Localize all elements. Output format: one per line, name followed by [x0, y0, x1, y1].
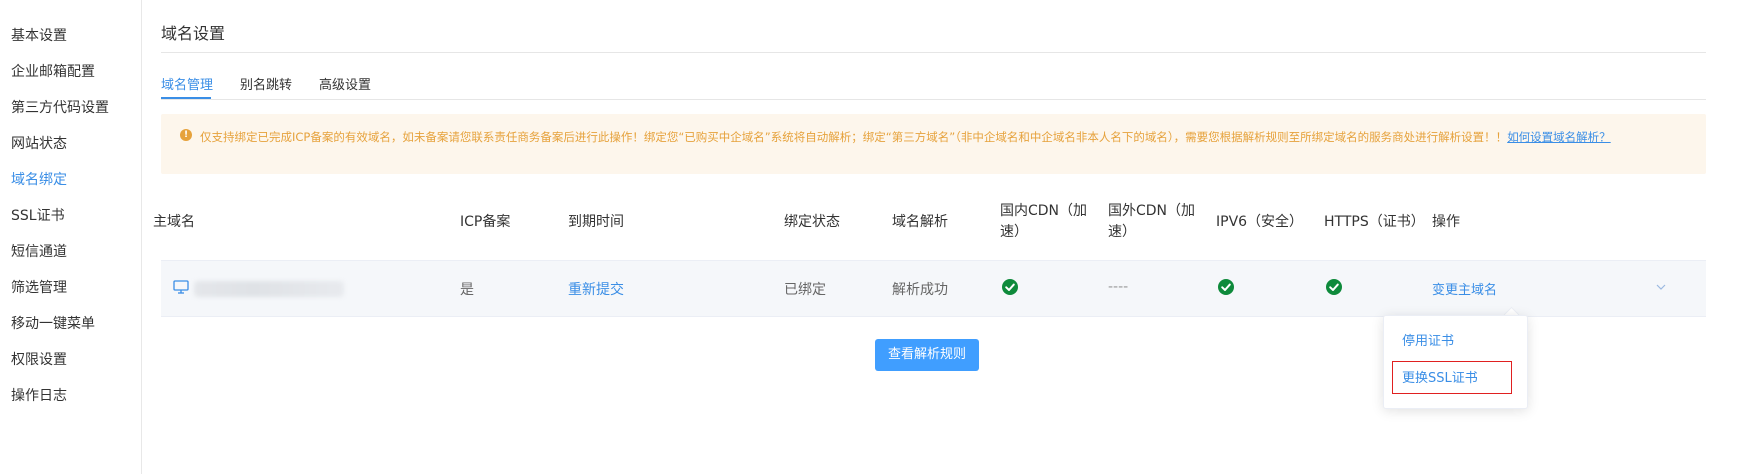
icp-value: 是 [460, 282, 474, 298]
sidebar-item-basic-settings[interactable]: 基本设置 [11, 25, 67, 45]
https-check-icon [1326, 279, 1342, 295]
tabs-divider [161, 99, 1706, 100]
sidebar-item-mobile-menu[interactable]: 移动一键菜单 [11, 313, 95, 333]
header-expire: 到期时间 [568, 214, 624, 230]
warning-icon: ! [180, 129, 192, 141]
disable-certificate-menu-item[interactable]: 停用证书 [1402, 330, 1454, 349]
header-cdn-domestic: 国内CDN（加速） [1000, 203, 1088, 240]
sidebar-item-permissions[interactable]: 权限设置 [11, 349, 67, 369]
tab-domain-management[interactable]: 域名管理 [161, 74, 213, 93]
title-divider [161, 52, 1706, 53]
header-icp: ICP备案 [460, 214, 511, 230]
how-to-set-dns-link[interactable]: 如何设置域名解析？ [1507, 130, 1611, 144]
header-cdn-foreign: 国外CDN（加速） [1108, 203, 1196, 240]
sidebar-item-operation-log[interactable]: 操作日志 [11, 385, 67, 405]
header-ipv6: IPV6（安全） [1216, 214, 1304, 230]
header-bind-status: 绑定状态 [784, 214, 840, 230]
cdn-domestic-check-icon [1002, 279, 1018, 295]
sidebar-item-site-status[interactable]: 网站状态 [11, 133, 67, 153]
page-title: 域名设置 [161, 24, 226, 43]
header-dns: 域名解析 [892, 214, 948, 230]
ipv6-check-icon [1218, 279, 1234, 295]
sidebar-item-ssl-certificate[interactable]: SSL证书 [11, 205, 65, 225]
tab-alias-redirect[interactable]: 别名跳转 [240, 74, 292, 93]
sidebar-item-third-party-code[interactable]: 第三方代码设置 [11, 97, 109, 117]
change-main-domain-link[interactable]: 变更主域名 [1432, 279, 1497, 298]
sidebar-item-enterprise-mail[interactable]: 企业邮箱配置 [11, 61, 95, 81]
header-main-domain: 主域名 [153, 214, 195, 230]
bind-status-value: 已绑定 [784, 282, 826, 298]
view-dns-rules-button[interactable]: 查看解析规则 [875, 339, 979, 371]
notice-message: 仅支持绑定已完成ICP备案的有效域名，如未备案请您联系责任商务备案后进行此操作！… [200, 130, 1508, 144]
main-domain-value-redacted [194, 281, 344, 297]
replace-ssl-certificate-menu-item[interactable]: 更换SSL证书 [1402, 367, 1478, 386]
sidebar-item-sms-channel[interactable]: 短信通道 [11, 241, 67, 261]
sidebar-item-domain-binding[interactable]: 域名绑定 [11, 169, 67, 189]
notice-text: 仅支持绑定已完成ICP备案的有效域名，如未备案请您联系责任商务备案后进行此操作！… [200, 127, 1686, 148]
actions-dropdown-menu: 停用证书 更换SSL证书 [1383, 315, 1528, 409]
header-actions: 操作 [1432, 214, 1460, 230]
resubmit-link[interactable]: 重新提交 [568, 279, 624, 299]
dns-status-value: 解析成功 [892, 282, 948, 298]
chevron-down-icon[interactable] [1656, 283, 1666, 291]
sidebar-item-filter-management[interactable]: 筛选管理 [11, 277, 67, 297]
notice-banner: ! 仅支持绑定已完成ICP备案的有效域名，如未备案请您联系责任商务备案后进行此操… [161, 114, 1706, 174]
tab-advanced-settings[interactable]: 高级设置 [319, 74, 371, 93]
sidebar: 基本设置 企业邮箱配置 第三方代码设置 网站状态 域名绑定 SSL证书 短信通道… [0, 0, 142, 474]
monitor-icon [173, 280, 189, 294]
header-https: HTTPS（证书） [1324, 214, 1425, 230]
cdn-foreign-value: ---- [1108, 279, 1129, 295]
